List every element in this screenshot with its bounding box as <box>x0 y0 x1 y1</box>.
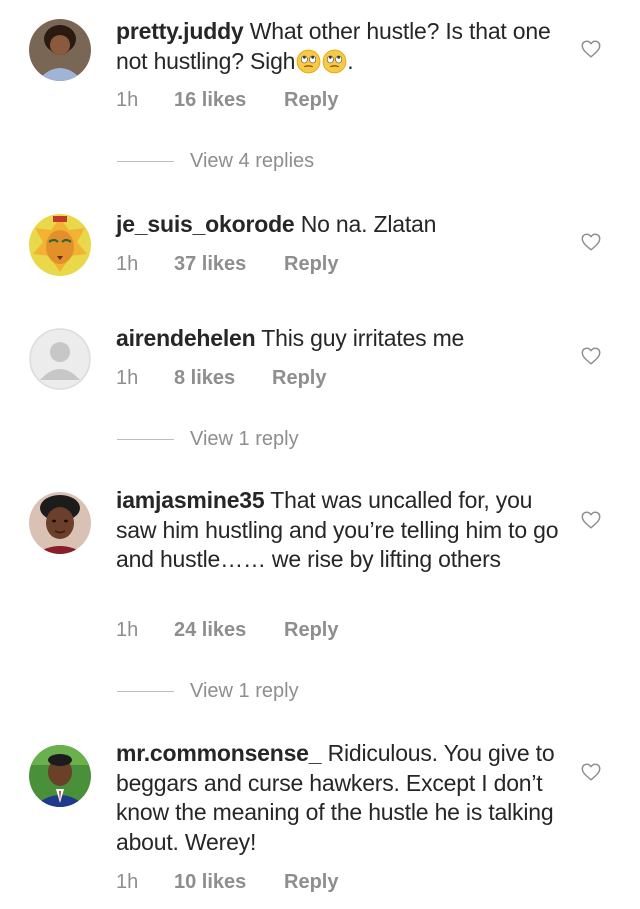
reply-button[interactable]: Reply <box>284 619 338 642</box>
avatar[interactable] <box>29 214 91 276</box>
likes-count[interactable]: 37 likes <box>174 253 284 276</box>
like-heart-icon[interactable] <box>580 345 602 367</box>
face-with-rolling-eyes-emoji <box>322 49 347 73</box>
reply-button[interactable]: Reply <box>284 89 338 112</box>
avatar[interactable] <box>29 328 91 390</box>
view-replies-label: View 4 replies <box>190 150 315 172</box>
like-heart-icon[interactable] <box>580 231 602 253</box>
comment-text-trailing: . <box>347 47 354 74</box>
face-with-rolling-eyes-emoji <box>296 49 321 73</box>
like-heart-icon[interactable] <box>580 509 602 531</box>
divider-line <box>117 439 174 441</box>
avatar[interactable] <box>29 19 91 81</box>
avatar[interactable] <box>29 492 91 554</box>
reply-button[interactable]: Reply <box>284 253 338 276</box>
username[interactable]: je_suis_okorode <box>116 211 295 237</box>
timestamp: 1h <box>116 253 139 275</box>
username[interactable]: iamjasmine35 <box>116 487 265 513</box>
view-replies-button[interactable]: View 4 replies <box>117 150 314 173</box>
avatar[interactable] <box>29 745 91 807</box>
reply-button[interactable]: Reply <box>272 367 326 390</box>
likes-count[interactable]: 8 likes <box>174 367 272 390</box>
comment-text: No na. Zlatan <box>300 211 437 237</box>
timestamp: 1h <box>116 89 139 111</box>
view-replies-button[interactable]: View 1 reply <box>117 680 299 703</box>
likes-count[interactable]: 10 likes <box>174 871 284 894</box>
username[interactable]: pretty.juddy <box>116 18 244 44</box>
view-replies-label: View 1 reply <box>190 680 299 702</box>
likes-count[interactable]: 16 likes <box>174 89 284 112</box>
divider-line <box>117 161 174 163</box>
like-heart-icon[interactable] <box>580 761 602 783</box>
view-replies-label: View 1 reply <box>190 428 299 450</box>
reply-button[interactable]: Reply <box>284 871 338 894</box>
timestamp: 1h <box>116 871 139 893</box>
timestamp: 1h <box>116 367 139 389</box>
timestamp: 1h <box>116 619 139 641</box>
username[interactable]: airendehelen <box>116 325 256 351</box>
likes-count[interactable]: 24 likes <box>174 619 284 642</box>
comment-text: This guy irritates me <box>261 325 465 351</box>
divider-line <box>117 691 174 693</box>
view-replies-button[interactable]: View 1 reply <box>117 428 299 451</box>
username[interactable]: mr.commonsense_ <box>116 740 322 766</box>
like-heart-icon[interactable] <box>580 38 602 60</box>
